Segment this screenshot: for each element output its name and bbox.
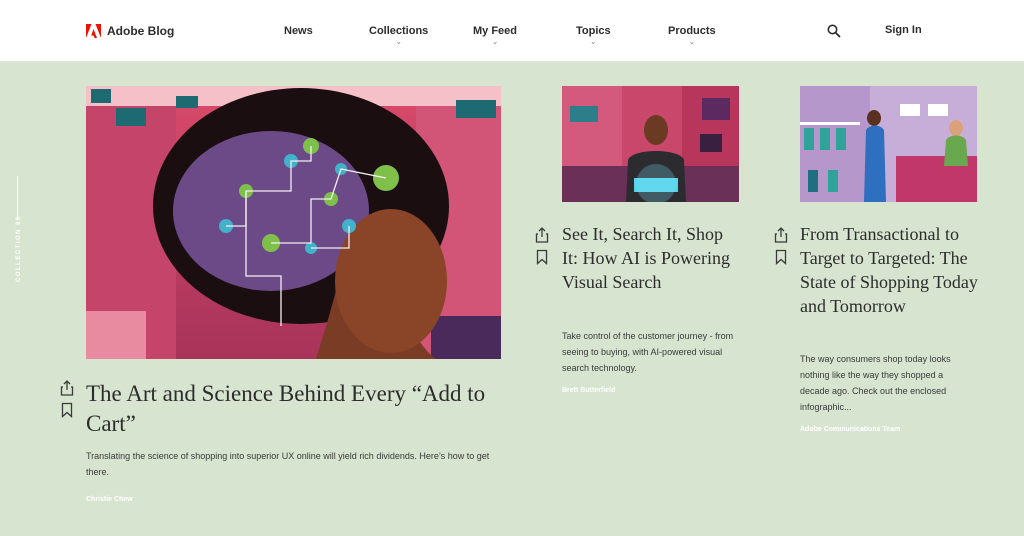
bookmark-icon[interactable] [60,402,74,418]
chevron-down-icon: ⌄ [688,39,695,46]
adobe-logo-icon [86,24,101,38]
share-icon[interactable] [535,227,549,243]
nav-collections[interactable]: Collections ⌄ [369,25,428,46]
chevron-down-icon: ⌄ [492,39,498,46]
top-navigation-bar: Adobe Blog News Collections ⌄ My Feed ⌄ … [0,0,1024,62]
bookmark-icon[interactable] [774,249,788,265]
nav-news-label: News [284,25,313,37]
article-1-description: Translating the science of shopping into… [86,451,490,477]
article-1-illustration [86,86,501,359]
article-1-image[interactable] [86,86,501,359]
share-icon[interactable] [774,227,788,243]
article-1-author[interactable]: Christie Chew [86,496,133,503]
nav-products-label: Products [668,25,716,37]
share-icon[interactable] [60,380,74,396]
article-3-image[interactable] [800,86,977,202]
sign-in-link[interactable]: Sign In [885,24,922,36]
nav-my-feed[interactable]: My Feed ⌄ [473,25,517,46]
nav-collections-label: Collections [369,25,429,37]
article-2-description: Take control of the customer journey - f… [562,331,734,373]
article-3-author[interactable]: Adobe Communications Team [800,426,900,433]
nav-products[interactable]: Products ⌄ [668,25,716,46]
bookmark-icon[interactable] [535,249,549,265]
collection-label: COLLECTION 89 [16,215,22,282]
chevron-down-icon: ⌄ [590,39,597,46]
nav-topics[interactable]: Topics ⌄ [576,25,611,46]
brand-name: Adobe Blog [107,24,175,38]
chevron-down-icon: ⌄ [395,39,402,46]
article-3-illustration [800,86,977,202]
article-3-title[interactable]: From Transactional to Target to Targeted… [800,222,980,318]
search-icon[interactable] [827,24,841,38]
article-2-title[interactable]: See It, Search It, Shop It: How AI is Po… [562,222,742,294]
article-2-author[interactable]: Brett Butterfield [562,387,615,394]
article-2-illustration [562,86,739,202]
collection-divider [17,176,18,220]
brand-logo[interactable]: Adobe Blog [86,22,174,40]
article-2-image[interactable] [562,86,739,202]
nav-my-feed-label: My Feed [473,25,518,37]
nav-topics-label: Topics [576,25,611,37]
nav-news[interactable]: News [284,25,313,37]
article-3-description: The way consumers shop today looks nothi… [800,354,951,412]
article-1-title[interactable]: The Art and Science Behind Every “Add to… [86,379,506,439]
